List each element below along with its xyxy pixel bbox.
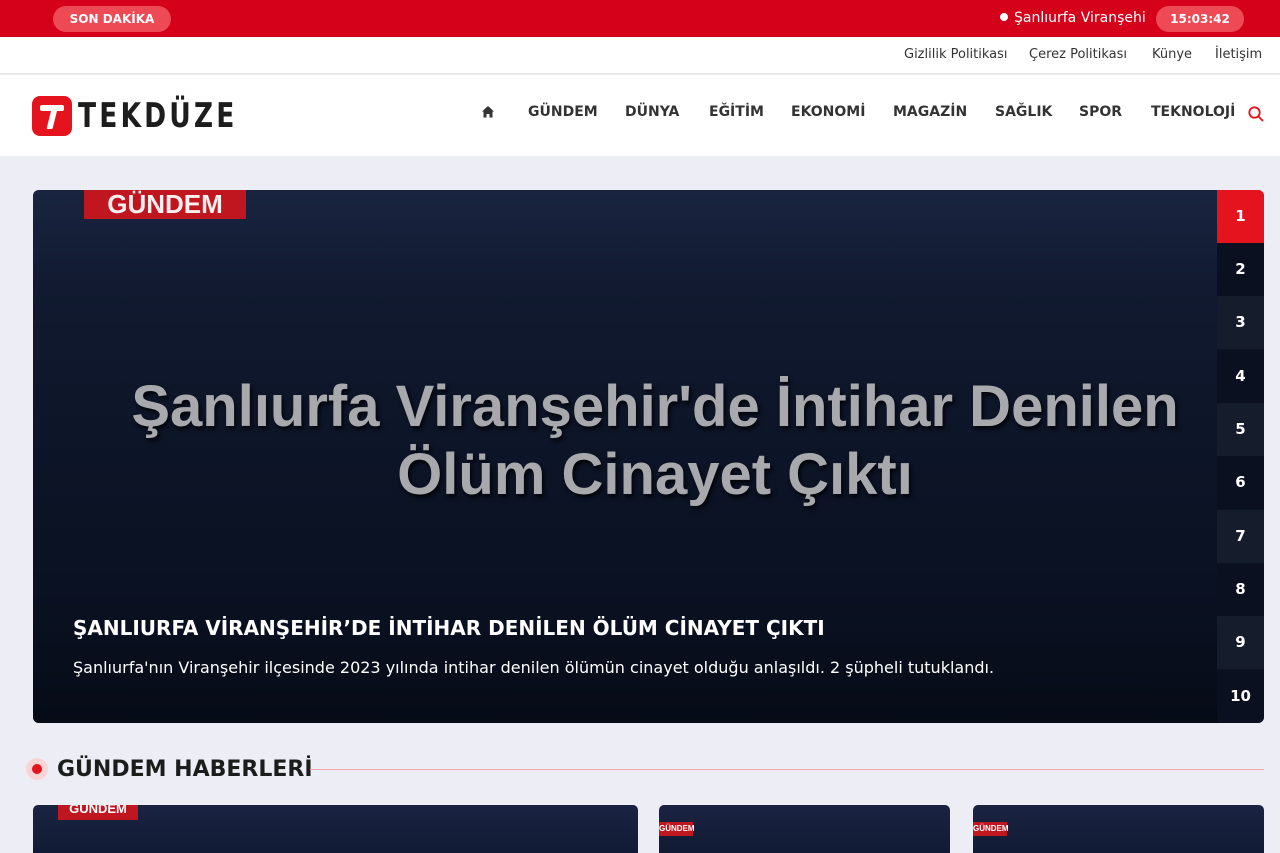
- ticker-bullet-icon: [1000, 13, 1008, 21]
- breaking-news-badge[interactable]: SON DAKİKA: [53, 6, 171, 32]
- card-category-badge: GÜNDEM: [659, 822, 695, 836]
- news-card[interactable]: GÜNDEM: [973, 805, 1264, 853]
- slider-page-button[interactable]: 6: [1217, 456, 1264, 509]
- slider-page-button[interactable]: 7: [1217, 510, 1264, 563]
- nav-item-magazin[interactable]: MAGAZİN: [893, 75, 967, 150]
- cookie-policy-link[interactable]: Çerez Politikası: [1029, 37, 1127, 73]
- ticker-text[interactable]: Şanlıurfa Viranşehir'de İntihar Denilen …: [1014, 10, 1146, 26]
- card-category-badge: GÜNDEM: [58, 805, 138, 820]
- slide-headline[interactable]: ŞANLIURFA VİRANŞEHİR’DE İNTİHAR DENİLEN …: [73, 616, 825, 640]
- slider-page-button[interactable]: 10: [1217, 670, 1264, 723]
- search-icon[interactable]: [1247, 105, 1265, 123]
- logo-text: TEKDÜZE: [78, 96, 238, 136]
- section-divider: [310, 769, 1264, 770]
- slider-page-button[interactable]: 9: [1217, 616, 1264, 669]
- slider-page-button[interactable]: 8: [1217, 563, 1264, 616]
- nav-item-saglik[interactable]: SAĞLIK: [995, 75, 1052, 150]
- utility-bar: Gizlilik Politikası Çerez Politikası Kün…: [0, 37, 1280, 74]
- slide-summary: Şanlıurfa'nın Viranşehir ilçesinde 2023 …: [73, 658, 995, 677]
- nav-item-ekonomi[interactable]: EKONOMİ: [791, 75, 865, 150]
- breaking-news-bar: SON DAKİKA Şanlıurfa Viranşehir'de İntih…: [0, 0, 1280, 37]
- slider-page-button[interactable]: 5: [1217, 403, 1264, 456]
- contact-link[interactable]: İletişim: [1215, 37, 1262, 73]
- news-ticker[interactable]: Şanlıurfa Viranşehir'de İntihar Denilen …: [1000, 0, 1146, 37]
- section-bullet-icon: [26, 758, 48, 780]
- slide-category-badge: GÜNDEM: [84, 190, 246, 219]
- slider-page-button[interactable]: 2: [1217, 243, 1264, 296]
- headline-slider[interactable]: GÜNDEM Şanlıurfa Viranşehir'de İntihar D…: [33, 190, 1264, 723]
- slider-page-button[interactable]: 4: [1217, 350, 1264, 403]
- slide-image-caption: Şanlıurfa Viranşehir'de İntihar Denilen …: [131, 374, 1179, 507]
- imprint-link[interactable]: Künye: [1152, 37, 1192, 73]
- slider-pager: 1 2 3 4 5 6 7 8 9 10: [1217, 190, 1264, 723]
- slide-image[interactable]: GÜNDEM Şanlıurfa Viranşehir'de İntihar D…: [33, 190, 1217, 723]
- logo-mark-icon: [32, 96, 72, 136]
- clock-badge: 15:03:42: [1156, 6, 1244, 32]
- news-card[interactable]: GÜNDEM: [33, 805, 638, 853]
- nav-item-egitim[interactable]: EĞİTİM: [709, 75, 764, 150]
- slider-page-button[interactable]: 3: [1217, 296, 1264, 349]
- home-icon[interactable]: [481, 105, 495, 119]
- site-logo[interactable]: TEKDÜZE: [32, 96, 282, 136]
- news-card[interactable]: GÜNDEM: [659, 805, 950, 853]
- card-category-badge: GÜNDEM: [973, 822, 1009, 836]
- site-header: TEKDÜZE GÜNDEM DÜNYA EĞİTİM EKONOMİ MAGA…: [0, 75, 1280, 156]
- section-title: GÜNDEM HABERLERİ: [57, 757, 313, 782]
- nav-item-spor[interactable]: SPOR: [1079, 75, 1122, 150]
- slider-page-button[interactable]: 1: [1217, 190, 1264, 243]
- nav-item-dunya[interactable]: DÜNYA: [625, 75, 679, 150]
- nav-item-gundem[interactable]: GÜNDEM: [528, 75, 598, 150]
- nav-item-teknoloji[interactable]: TEKNOLOJİ: [1151, 75, 1235, 150]
- privacy-policy-link[interactable]: Gizlilik Politikası: [904, 37, 1008, 73]
